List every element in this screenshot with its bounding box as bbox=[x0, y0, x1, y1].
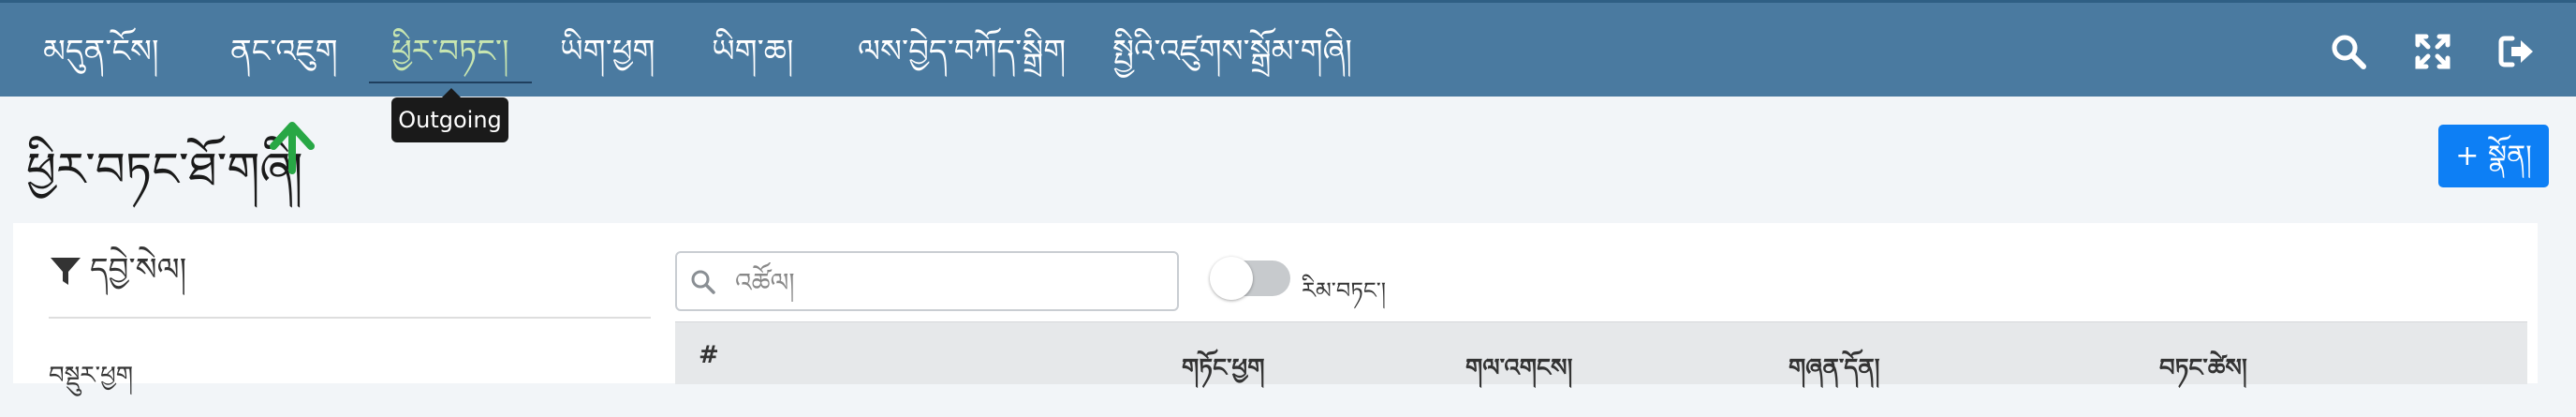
filter-icon bbox=[51, 257, 81, 285]
search-box[interactable] bbox=[675, 251, 1179, 311]
expand-icon[interactable] bbox=[2412, 31, 2453, 72]
column-header-priority[interactable]: གལ་འགངས། bbox=[1465, 341, 1572, 410]
column-header-sender[interactable]: གཏོང་ཕྱག bbox=[1182, 341, 1265, 410]
active-nav-underline bbox=[369, 82, 532, 83]
toggle-label: རིམ་བཏང་། bbox=[1302, 277, 1387, 304]
filter-header: དབྱེ་སེལ། bbox=[49, 244, 186, 296]
column-header-number[interactable]: # bbox=[699, 341, 719, 369]
logout-icon[interactable] bbox=[2496, 31, 2538, 72]
search-input[interactable] bbox=[733, 262, 1168, 302]
filter-divider bbox=[49, 317, 651, 319]
top-navbar: མདུན་ངོས། ནང་འཇུག ཕྱིར་བཏང་། ཡིག་ཕྱག ཡིག… bbox=[0, 0, 2576, 97]
nav-item-documents[interactable]: ཡིག་ཕྱག bbox=[560, 25, 655, 78]
nav-item-staff-settings[interactable]: ལས་བྱེད་བཀོད་སྒྲིག bbox=[858, 25, 1066, 78]
search-icon[interactable] bbox=[2328, 31, 2369, 72]
search-icon bbox=[691, 270, 715, 294]
filter-heading: དབྱེ་སེལ། bbox=[90, 251, 187, 289]
add-button[interactable]: + སྣོན། bbox=[2438, 125, 2549, 187]
nav-item-outgoing[interactable]: ཕྱིར་བཏང་། bbox=[391, 25, 509, 78]
nav-item-home[interactable]: མདུན་ངོས། bbox=[43, 25, 159, 78]
column-header-sent-date[interactable]: བཏང་ཚེས། bbox=[2159, 341, 2247, 410]
arrow-up-icon bbox=[270, 122, 315, 174]
nav-item-general-settings[interactable]: སྤྱིའི་འཛུགས་སྒྲོམ་གཞི། bbox=[1112, 25, 1352, 78]
table-header-row bbox=[675, 321, 2527, 384]
toggle-switch[interactable] bbox=[1210, 257, 1290, 300]
nav-item-files[interactable]: ཡིག་ཆ། bbox=[712, 25, 793, 78]
column-header-subject[interactable]: གཞན་དོན། bbox=[1788, 341, 1879, 410]
toggle-knob bbox=[1210, 257, 1253, 300]
nav-tooltip: Outgoing bbox=[391, 88, 508, 142]
nav-item-incoming[interactable]: ནང་འཇུག bbox=[230, 25, 338, 78]
